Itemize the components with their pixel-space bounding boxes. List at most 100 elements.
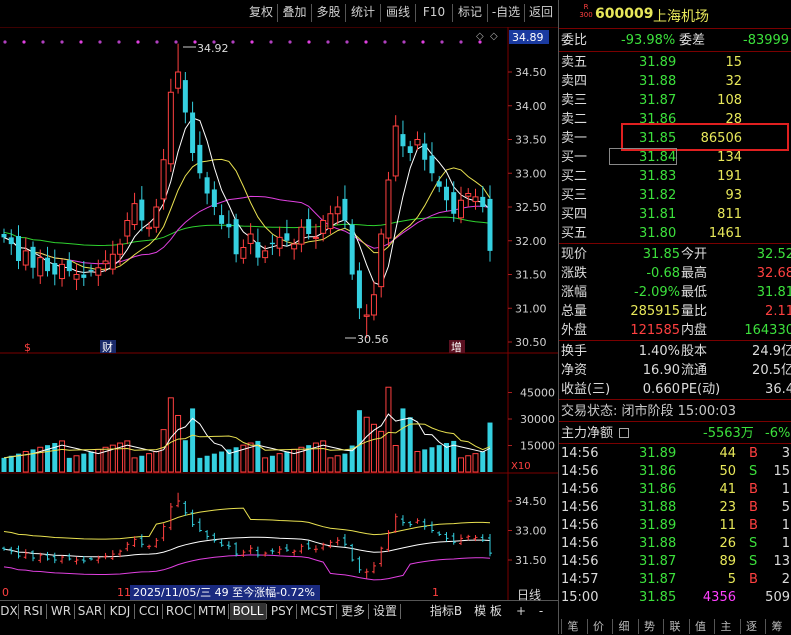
price-tick-label: 33.00 bbox=[515, 167, 547, 180]
candle-body-up bbox=[146, 226, 153, 230]
signal-dot bbox=[3, 40, 7, 44]
fuquan-button[interactable]: 复权 bbox=[245, 3, 277, 22]
volume-bars bbox=[1, 386, 493, 473]
chart-toolbar: 复权 叠加 多股 统计 画线 F10 标记 -自选 返回 bbox=[0, 0, 558, 27]
signal-dot bbox=[326, 40, 330, 44]
panel-tab[interactable]: 值 bbox=[688, 619, 712, 634]
candle-body-up bbox=[175, 71, 182, 89]
indicator-tab-cci[interactable]: CCI bbox=[136, 603, 162, 620]
order-volume: 811 bbox=[717, 207, 742, 222]
volume-tick-label: 45000 bbox=[520, 387, 555, 400]
order-price: 31.83 bbox=[639, 169, 677, 184]
indicator-b-button[interactable]: 指标B bbox=[425, 603, 467, 620]
boll-tick-label: 33.00 bbox=[515, 525, 547, 538]
ask-row[interactable]: 卖五 31.89 15 bbox=[561, 53, 791, 72]
zoom-in-button[interactable]: + bbox=[514, 603, 528, 620]
f10-button[interactable]: F10 bbox=[416, 3, 452, 22]
signal-dot bbox=[250, 40, 254, 44]
candle-body-down bbox=[356, 270, 362, 309]
candle-body-down bbox=[197, 144, 203, 174]
panel-tab[interactable]: 联 bbox=[663, 619, 686, 634]
zoom-out-button[interactable]: - bbox=[534, 603, 548, 620]
indicator-tab-boll[interactable]: BOLL bbox=[230, 603, 266, 620]
diamond-icon[interactable]: ◇ bbox=[476, 31, 484, 42]
ask-row[interactable]: 卖三 31.87 108 bbox=[561, 91, 791, 110]
tick-count: 13 bbox=[773, 554, 790, 569]
order-level-label: 卖一 bbox=[561, 131, 588, 146]
kline-chart-svg[interactable]: 34.50 34.00 33.50 33.00 32.50 32.00 31.50 31.00… bbox=[0, 26, 558, 600]
tick-time: 14:56 bbox=[561, 464, 599, 479]
price-tick-label: 34.50 bbox=[515, 66, 547, 79]
indicator-tab-wr[interactable]: WR bbox=[48, 603, 74, 620]
signal-dot bbox=[155, 40, 159, 44]
indicator-tab-sar[interactable]: SAR bbox=[76, 603, 104, 620]
event-marker-cai[interactable]: 财 bbox=[102, 340, 113, 354]
candle-body-down bbox=[211, 189, 217, 207]
indicator-tab-dx[interactable]: DX bbox=[0, 603, 18, 620]
volume-axis: 45000 30000 15000 bbox=[508, 387, 555, 453]
candle-body-up bbox=[153, 206, 160, 228]
tick-time: 14:56 bbox=[561, 518, 599, 533]
template-button[interactable]: 模 板 bbox=[470, 603, 506, 620]
bid-row[interactable]: 买三 31.82 93 bbox=[561, 186, 791, 205]
panel-tab[interactable]: 细 bbox=[612, 619, 635, 634]
stat2-row: 收益(三) 0.660 PE(动) 36.4 bbox=[561, 380, 791, 399]
tick-volume: 11 bbox=[719, 518, 736, 533]
candle-body-up bbox=[472, 196, 479, 203]
candle-body-up bbox=[276, 236, 283, 249]
panel-tab[interactable]: 筹 bbox=[765, 619, 788, 634]
price-tick-label: 33.50 bbox=[515, 134, 547, 147]
indicator-tab-psy[interactable]: PSY bbox=[268, 603, 296, 620]
indicator-tab-更多[interactable]: 更多 bbox=[338, 603, 368, 620]
volume-bar-down bbox=[8, 455, 14, 472]
multi-stock-button[interactable]: 多股 bbox=[312, 3, 345, 22]
bid-row[interactable]: 买二 31.83 191 bbox=[561, 167, 791, 186]
candle-body-up bbox=[109, 253, 116, 270]
candle-body-down bbox=[429, 155, 435, 174]
volume-bar-down bbox=[1, 457, 7, 472]
panel-tab[interactable]: 势 bbox=[637, 619, 661, 634]
stat-label-2: 内盘 bbox=[681, 323, 708, 338]
volume-bar-down bbox=[429, 447, 435, 472]
tick-price: 31.88 bbox=[639, 536, 677, 551]
daily-button[interactable]: 日线 bbox=[514, 587, 544, 604]
main-flow-value: -5563万 bbox=[703, 426, 754, 441]
weibi-value: -93.98% bbox=[621, 33, 676, 48]
volume-tick-label: 15000 bbox=[520, 440, 555, 453]
indicator-tab-mcst[interactable]: MCST bbox=[298, 603, 336, 620]
back-button[interactable]: 返回 bbox=[525, 3, 557, 22]
add-watchlist-button[interactable]: -自选 bbox=[488, 3, 524, 22]
indicator-tab-mtm[interactable]: MTM bbox=[196, 603, 228, 620]
diamond-icon-2[interactable]: ◇ bbox=[490, 31, 498, 42]
statistics-button[interactable]: 统计 bbox=[346, 3, 380, 22]
volume-bar-down bbox=[356, 410, 362, 472]
indicator-tab-设置[interactable]: 设置 bbox=[370, 603, 400, 620]
mark-button[interactable]: 标记 bbox=[453, 3, 487, 22]
indicator-tab-roc[interactable]: ROC bbox=[164, 603, 194, 620]
bid-row[interactable]: 买五 31.80 1461 bbox=[561, 224, 791, 243]
volume-bar-down bbox=[66, 457, 72, 472]
indicator-tab-rsi[interactable]: RSI bbox=[20, 603, 46, 620]
bid-row[interactable]: 买四 31.81 811 bbox=[561, 205, 791, 224]
order-price: 31.89 bbox=[639, 55, 677, 70]
volume-bar-down bbox=[211, 453, 217, 472]
event-marker-dollar[interactable]: $ bbox=[24, 341, 31, 354]
volume-bar-down bbox=[400, 408, 406, 472]
event-marker-zeng[interactable]: 增 bbox=[451, 340, 462, 354]
tick-price: 31.89 bbox=[639, 446, 677, 461]
tick-time: 14:56 bbox=[561, 536, 599, 551]
candle-body-down bbox=[436, 181, 442, 187]
overlay-button[interactable]: 叠加 bbox=[278, 3, 311, 22]
kline-chart-area[interactable]: 34.50 34.00 33.50 33.00 32.50 32.00 31.50 31.00… bbox=[0, 26, 558, 600]
panel-tab[interactable]: 逐 bbox=[739, 619, 763, 634]
signal-dot bbox=[231, 40, 235, 44]
main-flow-icon[interactable] bbox=[619, 428, 629, 438]
panel-tab[interactable]: 笔 bbox=[561, 619, 584, 634]
stat-row: 涨跌 -0.68 最高 32.68 bbox=[561, 264, 791, 283]
ask-row[interactable]: 卖四 31.88 32 bbox=[561, 72, 791, 91]
date-info-text: 2025/11/05/三 49 至今涨幅-0.72% bbox=[133, 585, 315, 599]
panel-tab[interactable]: 价 bbox=[586, 619, 610, 634]
panel-tab[interactable]: 主 bbox=[714, 619, 737, 634]
draw-line-button[interactable]: 画线 bbox=[381, 3, 415, 22]
indicator-tab-kdj[interactable]: KDJ bbox=[106, 603, 134, 620]
